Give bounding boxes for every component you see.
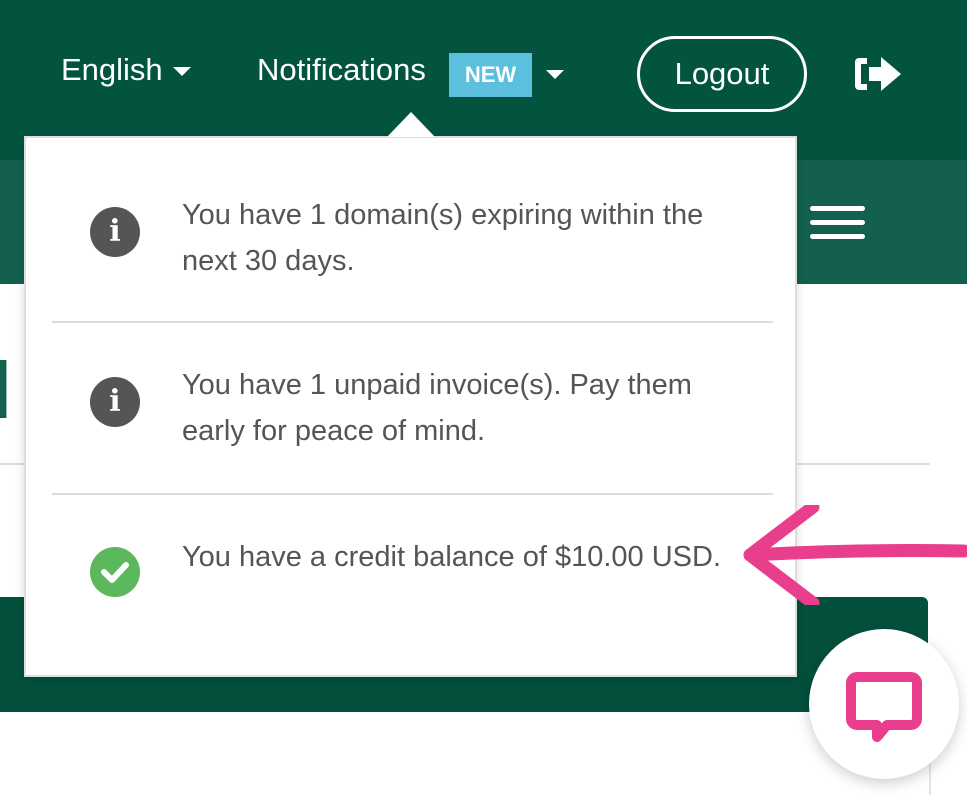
notification-text: You have a credit balance of $10.00 USD. (182, 541, 722, 573)
caret-down-icon (172, 67, 191, 77)
live-chat-button[interactable] (809, 629, 959, 779)
info-icon: i (90, 207, 140, 257)
chat-bubble-icon (846, 672, 922, 742)
notification-item[interactable]: You have a credit balance of $10.00 USD. (52, 482, 773, 654)
caret-down-icon[interactable] (546, 70, 564, 79)
info-icon: i (90, 377, 140, 427)
page-heading: l (0, 346, 12, 435)
hamburger-menu-icon[interactable] (810, 206, 865, 248)
notifications-menu: i You have 1 domain(s) expiring within t… (24, 136, 797, 677)
language-label: English (61, 52, 163, 87)
sign-out-icon[interactable] (853, 54, 903, 99)
notifications-label: Notifications (257, 52, 426, 87)
new-badge: NEW (449, 53, 532, 97)
check-circle-icon (90, 547, 140, 597)
language-dropdown[interactable]: English (61, 52, 191, 88)
dropdown-arrow (387, 112, 435, 137)
notification-item[interactable]: i You have 1 domain(s) expiring within t… (52, 138, 773, 310)
logout-button[interactable]: Logout (637, 36, 807, 112)
notification-text: You have 1 unpaid invoice(s). Pay them e… (182, 369, 692, 447)
notification-item[interactable]: i You have 1 unpaid invoice(s). Pay them… (52, 310, 773, 482)
notification-text: You have 1 domain(s) expiring within the… (182, 199, 704, 277)
annotation-arrow-icon (743, 505, 967, 605)
notifications-dropdown[interactable]: Notifications (257, 52, 426, 88)
